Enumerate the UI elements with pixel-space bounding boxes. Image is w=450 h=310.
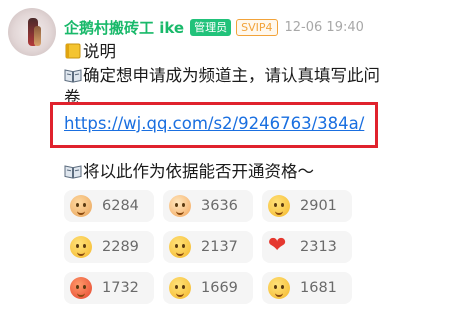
post-body-line-3: 将以此作为依据能否开通资格～: [64, 160, 314, 184]
reaction-chip[interactable]: 1732: [64, 272, 154, 304]
cowboy-face-emoji-icon: [268, 195, 290, 217]
avatar[interactable]: [8, 8, 56, 56]
post-body-line-1: 确定想申请成为频道主，请认真填写此问: [64, 64, 380, 88]
reaction-count: 6284: [102, 198, 139, 214]
red-heart-emoji-icon: [268, 233, 290, 259]
reaction-count: 2313: [300, 239, 337, 255]
notebook-icon: [65, 43, 81, 59]
post-body-text-1: 确定想申请成为频道主，请认真填写此问: [83, 66, 380, 85]
admin-badge: 管理员: [190, 18, 232, 36]
open-book-icon: [64, 165, 82, 179]
reaction-chip[interactable]: 1669: [163, 272, 253, 304]
post-title: 说明: [83, 42, 116, 61]
open-book-icon: [64, 69, 82, 83]
post-body-text-3: 将以此作为依据能否开通资格～: [83, 162, 314, 181]
reaction-chip[interactable]: 6284: [64, 190, 154, 222]
reaction-chip[interactable]: 1681: [262, 272, 352, 304]
reaction-count: 3636: [201, 198, 238, 214]
post-title-line: 说明: [64, 40, 116, 64]
reaction-chip[interactable]: 3636: [163, 190, 253, 222]
timestamp: 12-06 19:40: [284, 19, 364, 35]
username[interactable]: 企鹅村搬砖工 ike: [64, 17, 184, 38]
hands-face-emoji-icon: [169, 236, 191, 258]
post-header: 企鹅村搬砖工 ike 管理员 SVIP4 12-06 19:40: [64, 16, 364, 38]
reaction-chip[interactable]: 2313: [262, 231, 352, 263]
angry-face-emoji-icon: [70, 277, 92, 299]
dog-face-emoji-icon: [70, 195, 92, 217]
survey-link[interactable]: https://wj.qq.com/s2/9246763/384a/: [64, 112, 364, 136]
reaction-count: 1732: [102, 280, 139, 296]
smile-face-emoji-icon: [70, 236, 92, 258]
dizzy-face-emoji-icon: [169, 277, 191, 299]
cat-face-emoji-icon: [169, 195, 191, 217]
reaction-count: 1669: [201, 280, 238, 296]
reaction-chip[interactable]: 2137: [163, 231, 253, 263]
reaction-chip[interactable]: 2901: [262, 190, 352, 222]
svip-badge: SVIP4: [236, 18, 278, 36]
reaction-chip[interactable]: 2289: [64, 231, 154, 263]
reaction-count: 2289: [102, 239, 139, 255]
reaction-count: 2137: [201, 239, 238, 255]
shocked-face-emoji-icon: [268, 277, 290, 299]
reaction-count: 2901: [300, 198, 337, 214]
reaction-count: 1681: [300, 280, 337, 296]
